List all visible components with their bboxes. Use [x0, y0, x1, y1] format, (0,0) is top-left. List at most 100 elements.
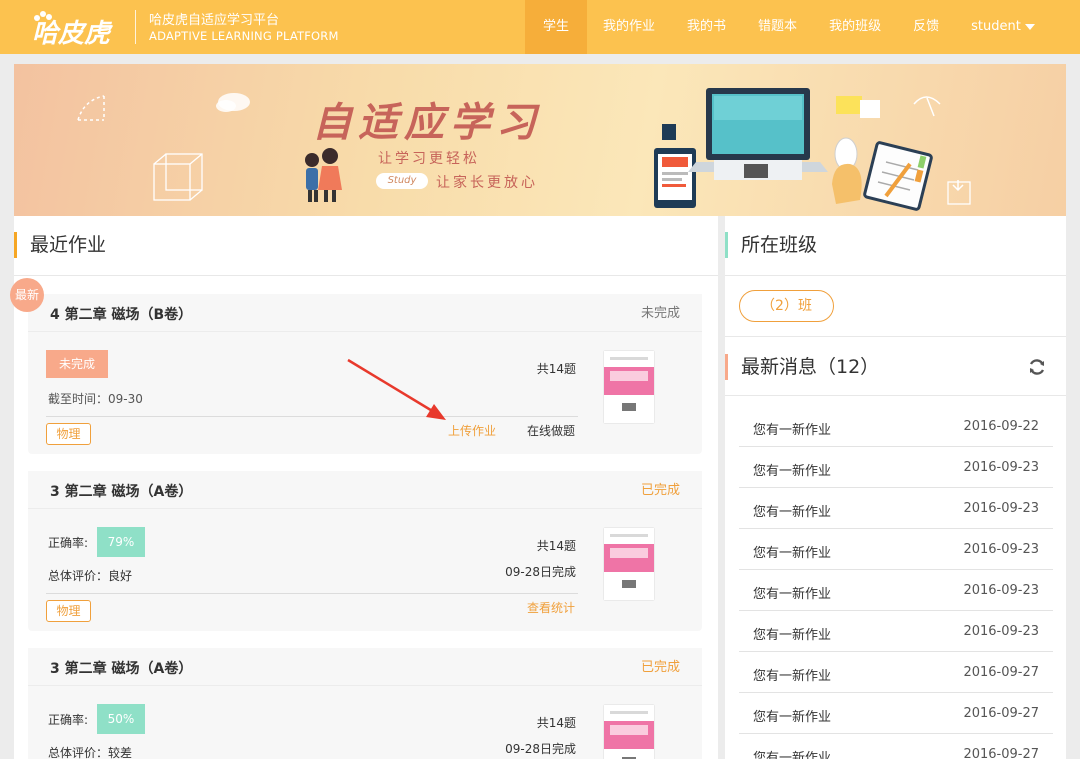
homework-state: 已完成 [640, 660, 680, 675]
messages-title: 最新消息（12） [725, 354, 879, 380]
accuracy-label: 正确率: [48, 713, 89, 727]
subject-tag[interactable]: 物理 [46, 600, 91, 622]
newest-badge: 最新 [10, 278, 44, 312]
view-stats-link[interactable]: 查看统计 [527, 599, 575, 616]
message-date: 2016-09-27 [963, 747, 1039, 759]
top-navigation-bar: 哈皮虎 哈皮虎自适应学习平台 ADAPTIVE LEARNING PLATFOR… [0, 0, 1080, 54]
message-item[interactable]: 您有一新作业 2016-09-23 [739, 447, 1053, 488]
message-text: 您有一新作业 [753, 587, 832, 602]
message-item[interactable]: 您有一新作业 2016-09-23 [739, 488, 1053, 529]
message-text: 您有一新作业 [753, 423, 832, 438]
promo-banner: 自适应学习 让学习更轻松 Study 让家长更放心 [14, 64, 1066, 216]
message-text: 您有一新作业 [753, 669, 832, 684]
book-cover-mark [622, 403, 636, 411]
sidebar-panel: 所在班级 （2）班 最新消息（12） 您有一新作业 2016-09-22 您有一… [725, 216, 1066, 759]
hapihu-logo[interactable]: 哈皮虎 [28, 6, 124, 50]
nav-my-homework[interactable]: 我的作业 [587, 0, 671, 54]
message-text: 您有一新作业 [753, 464, 832, 479]
accuracy-badge: 50% [97, 704, 145, 734]
nav-my-class[interactable]: 我的班级 [813, 0, 897, 54]
study-label: Study [376, 173, 428, 189]
message-item[interactable]: 您有一新作业 2016-09-27 [739, 693, 1053, 734]
overall-evaluation: 总体评价：良好 [48, 569, 133, 583]
homework-title: 4 第二章 磁场（B卷） [50, 307, 193, 323]
question-count: 共14题 [536, 539, 576, 553]
deadline-text: 截至时间：09-30 [48, 392, 143, 406]
homework-card[interactable]: 3 第二章 磁场（A卷） 已完成 正确率: 79% 总体评价：良好 共14题 0… [28, 471, 702, 631]
banner-title: 自适应学习 [312, 100, 542, 146]
accuracy-label: 正确率: [48, 536, 89, 550]
message-date: 2016-09-23 [963, 460, 1039, 475]
brand-name-cn: 哈皮虎自适应学习平台 [149, 13, 280, 28]
class-section-title: 所在班级 [725, 232, 817, 258]
message-text: 您有一新作业 [753, 751, 832, 759]
banner-slogan-2: 让家长更放心 [436, 175, 538, 191]
user-name: student [971, 19, 1021, 34]
nav-mistake-book[interactable]: 错题本 [742, 0, 813, 54]
overall-evaluation: 总体评价：较差 [48, 746, 133, 759]
book-cover-image[interactable] [604, 351, 654, 423]
subject-tag[interactable]: 物理 [46, 423, 91, 445]
book-cover-title [610, 548, 648, 558]
message-date: 2016-09-27 [963, 665, 1039, 680]
nav-student[interactable]: 学生 [525, 0, 588, 54]
question-count: 共14题 [536, 362, 576, 376]
divider [14, 275, 718, 276]
message-item[interactable]: 您有一新作业 2016-09-23 [739, 611, 1053, 652]
card-divider [46, 593, 578, 594]
message-date: 2016-09-27 [963, 706, 1039, 721]
nav-feedback[interactable]: 反馈 [897, 0, 955, 54]
message-item[interactable]: 您有一新作业 2016-09-22 [739, 406, 1053, 447]
message-date: 2016-09-23 [963, 542, 1039, 557]
svg-text:哈皮虎: 哈皮虎 [32, 19, 114, 49]
book-cover-image[interactable] [604, 528, 654, 600]
message-item[interactable]: 您有一新作业 2016-09-23 [739, 570, 1053, 611]
nav-my-books[interactable]: 我的书 [671, 0, 742, 54]
main-nav: 学生 我的作业 我的书 错题本 我的班级 反馈 student [525, 0, 1051, 54]
book-cover-line [610, 711, 648, 714]
recent-homework-panel: 最近作业 4 第二章 磁场（B卷） 未完成 未完成 截至时间：09-30 共14… [10, 216, 718, 759]
book-cover-line [610, 534, 648, 537]
completion-date: 09-28日完成 [505, 742, 576, 756]
message-item[interactable]: 您有一新作业 2016-09-27 [739, 734, 1053, 759]
homework-state: 未完成 [640, 306, 680, 321]
book-cover-line [610, 357, 648, 360]
card-divider [46, 416, 578, 417]
message-item[interactable]: 您有一新作业 2016-09-23 [739, 529, 1053, 570]
status-badge: 未完成 [46, 350, 108, 378]
message-text: 您有一新作业 [753, 628, 832, 643]
message-date: 2016-09-23 [963, 624, 1039, 639]
message-date: 2016-09-22 [963, 419, 1039, 434]
message-date: 2016-09-23 [963, 501, 1039, 516]
homework-title: 3 第二章 磁场（A卷） [50, 661, 193, 677]
divider [725, 395, 1066, 396]
divider [725, 275, 1066, 276]
refresh-icon[interactable] [1027, 357, 1047, 377]
accuracy-badge: 79% [97, 527, 145, 557]
message-date: 2016-09-23 [963, 583, 1039, 598]
homework-title: 3 第二章 磁场（A卷） [50, 484, 193, 500]
card-header: 4 第二章 磁场（B卷） 未完成 [28, 294, 702, 332]
user-menu[interactable]: student [955, 0, 1051, 54]
book-cover-mark [622, 580, 636, 588]
homework-card[interactable]: 3 第二章 磁场（A卷） 已完成 正确率: 50% 总体评价：较差 共14题 0… [28, 648, 702, 759]
red-arrow-annotation [347, 358, 446, 420]
brand-name-en: ADAPTIVE LEARNING PLATFORM [149, 29, 339, 43]
completion-date: 09-28日完成 [505, 565, 576, 579]
homework-state: 已完成 [640, 483, 680, 498]
online-practice-link[interactable]: 在线做题 [527, 422, 575, 439]
class-button[interactable]: （2）班 [739, 290, 834, 322]
card-header: 3 第二章 磁场（A卷） 已完成 [28, 648, 702, 686]
logo-separator [135, 10, 136, 44]
message-text: 您有一新作业 [753, 505, 832, 520]
message-text: 您有一新作业 [753, 710, 832, 725]
question-count: 共14题 [536, 716, 576, 730]
card-header: 3 第二章 磁场（A卷） 已完成 [28, 471, 702, 509]
book-cover-image[interactable] [604, 705, 654, 759]
book-cover-title [610, 725, 648, 735]
message-item[interactable]: 您有一新作业 2016-09-27 [739, 652, 1053, 693]
divider [725, 336, 1066, 337]
message-list: 您有一新作业 2016-09-22 您有一新作业 2016-09-23 您有一新… [739, 406, 1053, 759]
book-cover-title [610, 371, 648, 381]
caret-down-icon [1024, 24, 1035, 30]
